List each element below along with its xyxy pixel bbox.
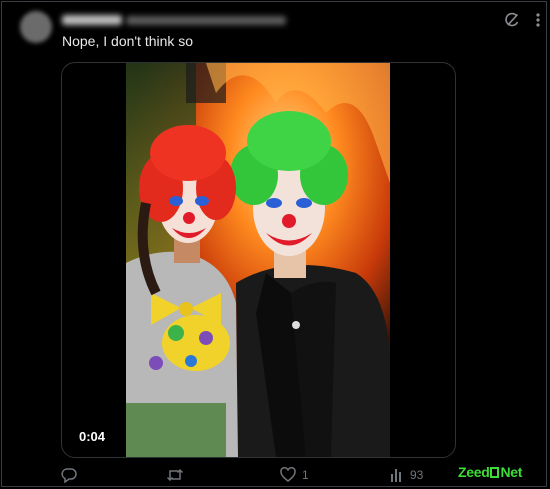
retweet-button[interactable] [166,466,190,484]
video-thumbnail [126,63,390,457]
like-button[interactable]: 1 [280,466,309,484]
video-duration: 0:04 [79,429,106,444]
grok-icon[interactable] [503,11,521,29]
more-options-icon[interactable] [531,12,545,28]
reply-icon [61,468,77,483]
avatar[interactable] [20,11,52,43]
bookmark-icon[interactable] [490,467,500,478]
bar-chart-icon [391,469,401,482]
reply-button[interactable] [61,466,83,484]
views-count: 93 [410,468,424,482]
author-name[interactable] [62,15,122,25]
like-count: 1 [302,468,309,482]
heart-icon [280,467,296,482]
author-handle [126,16,286,25]
tweet-card: Nope, I don't think so 0:04 1 93 Zeed Ne… [1,1,547,487]
views-button[interactable]: 93 [390,466,423,484]
tweet-text: Nope, I don't think so [62,33,194,49]
retweet-icon [166,468,184,482]
watermark: Zeed Net [458,464,522,480]
watermark-left: Zeed [458,464,490,480]
video-media[interactable]: 0:04 [61,62,456,458]
author-header [62,13,292,27]
watermark-right: Net [500,464,523,480]
